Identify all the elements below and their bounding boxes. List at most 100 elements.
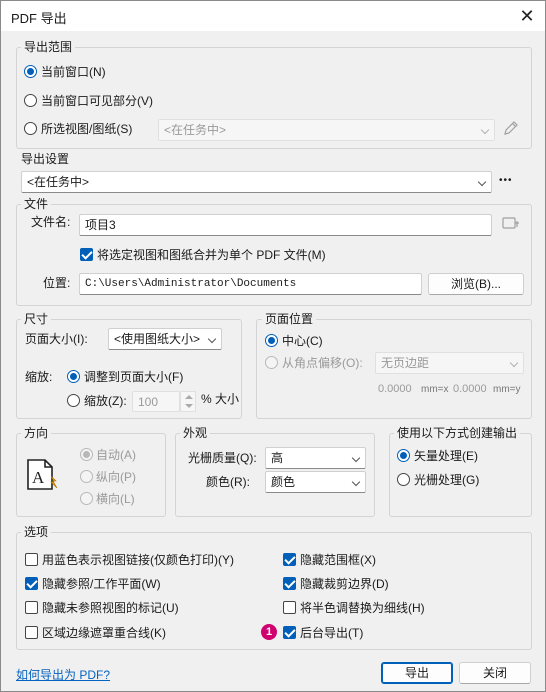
radio-vector-label: 矢量处理(E) xyxy=(414,449,478,463)
help-link[interactable]: 如何导出为 PDF? xyxy=(16,666,110,683)
raster-quality-select[interactable]: 高 xyxy=(265,447,366,469)
chevron-down-icon xyxy=(207,334,217,344)
export-range-label: 导出范围 xyxy=(21,40,76,54)
color-value: 颜色 xyxy=(271,475,296,489)
radio-visible-portion-label: 当前窗口可见部分(V) xyxy=(41,94,153,108)
radio-zoom[interactable] xyxy=(67,394,80,407)
page-size-label: 页面大小(I): xyxy=(25,332,88,346)
background-export-checkbox[interactable] xyxy=(283,626,296,639)
zoom-input[interactable]: 100 xyxy=(132,391,180,412)
offset-y-value[interactable]: 0.0000 xyxy=(453,382,487,396)
options-label: 选项 xyxy=(21,525,52,539)
chevron-down-icon xyxy=(477,177,487,187)
hide-scope-boxes-checkbox[interactable] xyxy=(283,553,296,566)
stepper-down-icon[interactable] xyxy=(185,404,193,408)
hide-ref-planes-checkbox[interactable] xyxy=(25,577,38,590)
export-settings-select[interactable]: <在任务中> xyxy=(21,171,492,193)
hide-crop-boundaries-label: 隐藏裁剪边界(D) xyxy=(300,577,389,591)
chevron-down-icon xyxy=(509,358,519,368)
close-button[interactable]: 关闭 xyxy=(459,662,531,684)
offset-y-unit: mm=y xyxy=(493,384,521,395)
stepper-up-icon[interactable] xyxy=(185,395,193,399)
views-select[interactable]: <在任务中> xyxy=(158,119,495,141)
radio-vector[interactable] xyxy=(397,449,410,462)
page-size-select[interactable]: <使用图纸大小> xyxy=(108,328,222,350)
halftone-thin-lines-label: 将半色调替换为细线(H) xyxy=(300,601,425,615)
more-settings-button[interactable]: ••• xyxy=(499,174,513,188)
browse-button[interactable]: 浏览(B)... xyxy=(428,273,524,295)
file-name-tag-icon[interactable] xyxy=(501,215,521,233)
size-group-label: 尺寸 xyxy=(21,312,52,326)
radio-zoom-label: 缩放(Z): xyxy=(84,394,127,408)
hide-scope-boxes-label: 隐藏范围框(X) xyxy=(300,553,376,567)
radio-center-label: 中心(C) xyxy=(282,334,323,348)
pdf-export-dialog: PDF 导出 ✕ 导出范围 当前窗口(N) 当前窗口可见部分(V) 所选视图/图… xyxy=(0,0,546,692)
zoom-label: 缩放: xyxy=(25,370,53,384)
export-button[interactable]: 导出 xyxy=(381,662,453,684)
location-label: 位置: xyxy=(43,276,71,290)
page-position-label: 页面位置 xyxy=(262,312,317,326)
radio-raster[interactable] xyxy=(397,473,410,486)
radio-portrait-label: 纵向(P) xyxy=(96,470,136,484)
output-method-label: 使用以下方式创建输出 xyxy=(394,426,521,440)
title-bar: PDF 导出 ✕ xyxy=(1,1,545,31)
radio-current-window[interactable] xyxy=(24,65,37,78)
step-badge: 1 xyxy=(261,624,277,640)
page-size-value: <使用图纸大小> xyxy=(114,332,201,346)
halftone-thin-lines-checkbox[interactable] xyxy=(283,601,296,614)
blue-view-links-checkbox[interactable] xyxy=(25,553,38,566)
views-select-value: <在任务中> xyxy=(164,123,227,137)
offset-select-value: 无页边距 xyxy=(381,356,430,370)
offset-x-value[interactable]: 0.0000 xyxy=(378,382,412,396)
radio-current-window-label: 当前窗口(N) xyxy=(41,65,106,79)
radio-portrait[interactable] xyxy=(80,470,93,483)
background-export-label: 后台导出(T) xyxy=(300,626,364,640)
combine-pdf-checkbox[interactable] xyxy=(80,248,93,261)
chevron-down-icon xyxy=(351,453,361,463)
orientation-label: 方向 xyxy=(21,426,52,440)
zoom-stepper[interactable] xyxy=(180,391,196,412)
hide-unreferenced-tags-checkbox[interactable] xyxy=(25,601,38,614)
raster-quality-label: 光栅质量(Q): xyxy=(188,451,257,465)
radio-selected-views-label: 所选视图/图纸(S) xyxy=(41,122,133,136)
radio-offset-from-corner[interactable] xyxy=(265,356,278,369)
chevron-down-icon xyxy=(351,477,361,487)
radio-fit-to-page-label: 调整到页面大小(F) xyxy=(84,370,184,384)
radio-landscape[interactable] xyxy=(80,492,93,505)
radio-raster-label: 光栅处理(G) xyxy=(414,473,480,487)
offset-select[interactable]: 无页边距 xyxy=(375,352,524,374)
export-settings-value: <在任务中> xyxy=(27,175,90,189)
radio-landscape-label: 横向(L) xyxy=(96,492,135,506)
window-title: PDF 导出 xyxy=(11,11,67,26)
export-settings-label: 导出设置 xyxy=(18,152,73,166)
radio-selected-views[interactable] xyxy=(24,122,37,135)
color-select[interactable]: 颜色 xyxy=(265,471,366,493)
svg-text:A: A xyxy=(32,468,45,487)
hide-unreferenced-tags-label: 隐藏未参照视图的标记(U) xyxy=(42,601,179,615)
region-edge-mask-label: 区域边缘遮罩重合线(K) xyxy=(42,626,166,640)
radio-auto-label: 自动(A) xyxy=(96,448,136,462)
hide-ref-planes-label: 隐藏参照/工作平面(W) xyxy=(42,577,161,591)
color-label: 颜色(R): xyxy=(206,475,250,489)
blue-view-links-label: 用蓝色表示视图链接(仅颜色打印)(Y) xyxy=(42,553,234,567)
document-orientation-icon: A xyxy=(27,459,58,490)
edit-pencil-icon[interactable] xyxy=(502,119,520,137)
file-group-label: 文件 xyxy=(21,197,52,211)
radio-center[interactable] xyxy=(265,334,278,347)
file-name-input[interactable]: 项目3 xyxy=(79,214,492,236)
combine-pdf-label: 将选定视图和图纸合并为单个 PDF 文件(M) xyxy=(97,248,326,262)
hide-crop-boundaries-checkbox[interactable] xyxy=(283,577,296,590)
raster-quality-value: 高 xyxy=(271,451,284,465)
radio-fit-to-page[interactable] xyxy=(67,370,80,383)
offset-x-unit: mm=x xyxy=(421,384,449,395)
percent-size-label: % 大小 xyxy=(201,392,240,406)
radio-auto[interactable] xyxy=(80,448,93,461)
chevron-down-icon xyxy=(480,125,490,135)
region-edge-mask-checkbox[interactable] xyxy=(25,626,38,639)
radio-visible-portion[interactable] xyxy=(24,94,37,107)
location-input[interactable]: C:\Users\Administrator\Documents xyxy=(79,273,422,295)
radio-offset-label: 从角点偏移(O): xyxy=(282,356,363,370)
file-name-label: 文件名: xyxy=(31,215,71,229)
appearance-label: 外观 xyxy=(180,426,211,440)
close-icon[interactable]: ✕ xyxy=(513,3,541,29)
